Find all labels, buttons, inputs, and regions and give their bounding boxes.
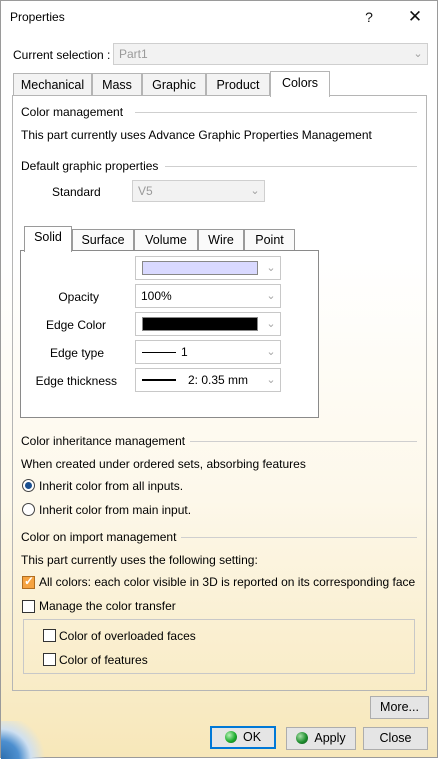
chevron-down-icon: ⌄ <box>266 346 276 358</box>
tab-mechanical[interactable]: Mechanical <box>13 73 92 96</box>
tab-solid[interactable]: Solid <box>24 226 72 252</box>
opacity-combo[interactable]: 100% ⌄ <box>135 284 281 308</box>
opacity-value: 100% <box>141 289 172 303</box>
close-icon[interactable]: ✕ <box>392 1 438 33</box>
current-selection-label: Current selection : <box>13 48 111 62</box>
ok-green-dot-icon <box>224 731 237 743</box>
thickness-line-sample <box>142 379 176 381</box>
edge-color-label: Edge Color <box>45 318 106 332</box>
edge-thickness-value: 2: 0.35 mm <box>188 373 249 387</box>
chevron-down-icon: ⌄ <box>266 262 276 274</box>
ok-button[interactable]: OK <box>210 726 276 749</box>
help-button[interactable]: ? <box>346 1 392 33</box>
chevron-down-icon: ⌄ <box>266 374 276 386</box>
chevron-down-icon: ⌄ <box>413 48 423 60</box>
apply-label: Apply <box>314 731 346 745</box>
edge-line-sample <box>142 352 176 353</box>
current-selection-value: Part1 <box>119 47 148 61</box>
edge-type-combo[interactable]: 1 ⌄ <box>135 340 281 364</box>
opacity-label: Opacity <box>58 290 99 304</box>
tab-graphic[interactable]: Graphic <box>142 73 206 96</box>
edge-thickness-combo[interactable]: 2: 0.35 mm ⌄ <box>135 368 281 392</box>
tab-product[interactable]: Product <box>206 73 270 96</box>
tab-colors[interactable]: Colors <box>270 71 330 97</box>
close-button[interactable]: Close <box>363 727 428 750</box>
window-title: Properties <box>10 10 65 24</box>
edge-color-combo[interactable]: ⌄ <box>135 312 281 336</box>
color-combo[interactable]: ⌄ <box>135 256 281 280</box>
apply-button[interactable]: Apply <box>286 727 356 750</box>
ok-label: OK <box>242 730 262 744</box>
color-swatch <box>142 261 258 275</box>
more-button[interactable]: More... <box>370 696 429 719</box>
chevron-down-icon: ⌄ <box>266 290 276 302</box>
edge-type-value: 1 <box>181 345 188 359</box>
edge-color-swatch <box>142 317 258 331</box>
edge-thickness-label: Edge thickness <box>35 374 117 388</box>
chevron-down-icon: ⌄ <box>266 318 276 330</box>
current-selection-combo[interactable]: Part1 ⌄ <box>113 43 428 65</box>
planet-logo-icon <box>1 721 49 759</box>
tab-mass[interactable]: Mass <box>92 73 142 96</box>
apply-green-dot-icon <box>296 732 309 744</box>
edge-type-label: Edge type <box>49 346 104 360</box>
